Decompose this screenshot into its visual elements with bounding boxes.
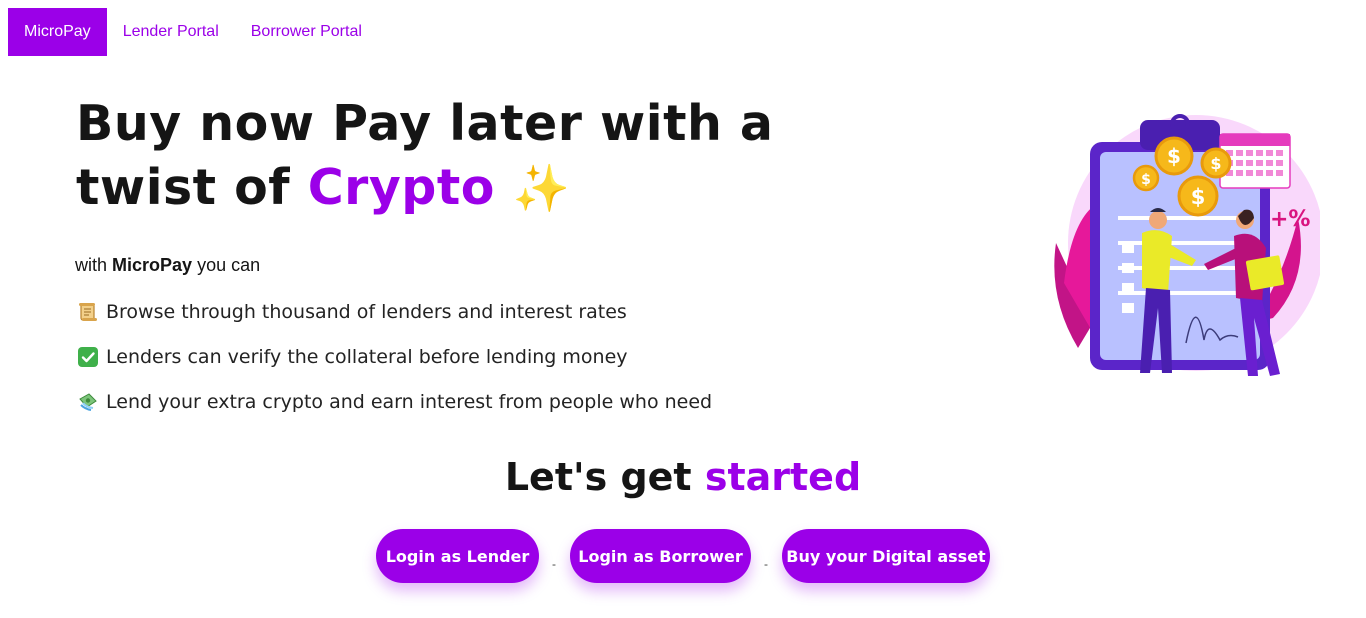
feature-item: Lenders can verify the collateral before…: [75, 342, 712, 372]
hero-title-accent: Crypto: [307, 159, 495, 216]
login-as-lender-button[interactable]: Login as Lender: [376, 529, 539, 583]
lead-suffix: you can: [192, 255, 261, 275]
lead-brand: MicroPay: [112, 255, 193, 275]
svg-text:+%: +%: [1270, 207, 1310, 232]
nav-link-lender-portal[interactable]: Lender Portal: [107, 8, 235, 56]
svg-text:$: $: [1210, 154, 1221, 173]
hero-title: Buy now Pay later with a twist of Crypto…: [76, 92, 796, 220]
handshake-illustration: $ $ $ $ +%: [1054, 114, 1320, 376]
feature-list: Browse through thousand of lenders and i…: [75, 297, 712, 432]
cta-title: Let's get started: [0, 455, 1366, 499]
svg-text:$: $: [1167, 144, 1181, 168]
lead-text: with MicroPay you can: [75, 255, 260, 276]
feature-text: Browse through thousand of lenders and i…: [106, 301, 627, 323]
svg-text:$: $: [1141, 172, 1151, 188]
button-separator: -: [552, 557, 556, 571]
nav-link-borrower-portal[interactable]: Borrower Portal: [235, 8, 378, 56]
login-as-borrower-button[interactable]: Login as Borrower: [570, 529, 751, 583]
feature-item: Browse through thousand of lenders and i…: [75, 297, 712, 327]
feature-text: Lend your extra crypto and earn interest…: [106, 391, 713, 413]
money-with-wings-icon: [75, 391, 101, 413]
nav-brand-micropay[interactable]: MicroPay: [8, 8, 107, 56]
button-separator: -: [764, 557, 768, 571]
feature-item: Lend your extra crypto and earn interest…: [75, 387, 712, 417]
cta-button-row: Login as Lender - Login as Borrower - Bu…: [0, 529, 1366, 583]
feature-text: Lenders can verify the collateral before…: [106, 346, 628, 368]
svg-text:$: $: [1191, 185, 1206, 209]
check-mark-icon: [75, 346, 101, 368]
buy-digital-asset-button[interactable]: Buy your Digital asset: [782, 529, 990, 583]
lead-prefix: with: [75, 255, 113, 275]
cta-title-text: Let's get: [504, 455, 705, 499]
cta-title-accent: started: [704, 455, 862, 499]
sparkles-icon: ✨: [512, 161, 571, 215]
scroll-icon: [75, 301, 101, 323]
top-nav: MicroPay Lender Portal Borrower Portal: [8, 8, 378, 56]
